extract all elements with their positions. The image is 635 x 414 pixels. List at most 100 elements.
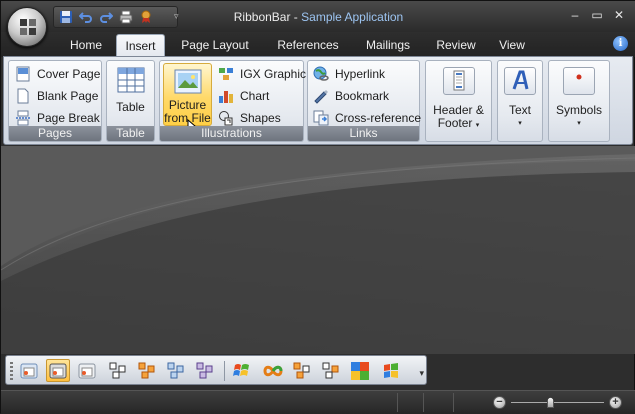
tab-insert[interactable]: Insert	[116, 34, 165, 57]
picture-icon	[174, 69, 201, 94]
windows-xp-style-button[interactable]	[230, 359, 254, 382]
cross-reference-label: Cross-reference	[335, 111, 422, 125]
grid-style-purple-button[interactable]	[193, 359, 217, 382]
text-button[interactable]: Text ▾	[497, 60, 543, 142]
hyperlink-button[interactable]: Hyperlink	[313, 64, 385, 84]
header-footer-button[interactable]: Header & Footer ▾	[425, 60, 492, 142]
infinity-icon	[263, 365, 283, 376]
windows-flag-icon	[384, 362, 398, 378]
chart-icon	[218, 88, 234, 104]
status-bar: − +	[1, 390, 635, 414]
background-swoosh	[1, 146, 635, 354]
table-label: Table	[116, 100, 145, 114]
grid-style-orange-alt-button[interactable]	[290, 359, 314, 382]
header-footer-dropdown-icon: ▾	[475, 122, 480, 129]
application-menu-button[interactable]	[7, 7, 47, 47]
toolbar-grip[interactable]	[10, 362, 13, 380]
zoom-slider[interactable]: − +	[489, 393, 634, 412]
ribbon-tab-strip: Home Insert Page Layout References Maili…	[1, 32, 635, 57]
text-wordart-icon	[512, 70, 529, 90]
symbols-icon-frame	[563, 67, 595, 95]
office2007-blue-style-button[interactable]	[17, 359, 41, 382]
grid-style-blue-button[interactable]	[164, 359, 188, 382]
grid-blocks-icon	[196, 362, 213, 378]
shapes-button[interactable]: Shapes	[218, 108, 281, 128]
zoom-thumb[interactable]	[547, 397, 554, 408]
window-style-icon	[20, 363, 38, 378]
group-table: Table Table	[106, 60, 155, 142]
infinity-style-button[interactable]	[261, 359, 285, 382]
tab-home[interactable]: Home	[65, 34, 107, 57]
restore-button[interactable]: ▭	[586, 7, 608, 23]
minimize-button[interactable]: –	[564, 7, 586, 23]
table-icon	[117, 67, 144, 93]
group-links: Hyperlink Bookmark Cross-reference Links	[307, 60, 421, 142]
help-icon[interactable]: i	[613, 36, 628, 51]
tab-review[interactable]: Review	[431, 34, 481, 57]
office2007-black-style-button[interactable]	[46, 359, 70, 382]
picture-from-file-button[interactable]: Picture from File	[163, 63, 212, 126]
blank-page-icon	[15, 88, 31, 104]
page-break-button[interactable]: Page Break	[15, 108, 100, 128]
page-break-label: Page Break	[37, 111, 100, 125]
cross-reference-icon	[313, 110, 329, 126]
toolbar-overflow-button[interactable]: ▾	[419, 368, 424, 379]
cover-page-button[interactable]: Cover Page	[15, 64, 100, 84]
cross-reference-button[interactable]: Cross-reference	[313, 108, 421, 128]
zoom-out-button[interactable]: −	[493, 396, 506, 409]
bookmark-button[interactable]: Bookmark	[313, 86, 389, 106]
group-label-pages: Pages	[9, 126, 101, 141]
shapes-label: Shapes	[240, 111, 281, 125]
cover-page-icon	[15, 66, 31, 82]
symbols-dropdown-icon: ▾	[577, 120, 581, 127]
zoom-in-button[interactable]: +	[609, 396, 622, 409]
header-footer-label-line2: Footer	[437, 116, 473, 130]
page-break-icon	[15, 110, 31, 126]
grid-blocks-icon	[322, 362, 339, 378]
cover-page-label: Cover Page	[37, 67, 101, 81]
globe-link-icon	[313, 66, 329, 82]
document-area	[1, 146, 635, 354]
igx-graphic-button[interactable]: IGX Graphic	[218, 64, 306, 84]
title-bar: ▿ RibbonBar - Sample Application – ▭ ✕	[1, 1, 635, 32]
blank-page-button[interactable]: Blank Page	[15, 86, 98, 106]
app-logo-icon	[20, 19, 36, 35]
symbols-icon	[576, 74, 582, 80]
grid-style-gray-button[interactable]	[106, 359, 130, 382]
bookmark-icon	[313, 88, 329, 104]
windows-classic-style-button[interactable]	[379, 359, 403, 382]
tab-view[interactable]: View	[494, 34, 530, 57]
window-style-icon	[78, 363, 96, 378]
chart-label: Chart	[240, 89, 270, 103]
grid-blocks-icon	[293, 362, 310, 378]
tab-mailings[interactable]: Mailings	[362, 34, 414, 57]
group-label-illustrations: Illustrations	[160, 126, 303, 141]
symbols-button[interactable]: Symbols ▾	[548, 60, 610, 142]
window-controls: – ▭ ✕	[564, 7, 630, 23]
tab-page-layout[interactable]: Page Layout	[177, 34, 253, 57]
igx-graphic-icon	[218, 66, 234, 82]
group-pages: Cover Page Blank Page Page Break Pages	[8, 60, 102, 142]
group-illustrations: Picture from File IGX Graphic Chart Shap…	[159, 60, 306, 142]
window-title: RibbonBar - Sample Application	[1, 10, 635, 24]
blank-page-label: Blank Page	[37, 89, 99, 103]
group-label-links: Links	[308, 126, 419, 141]
bottom-toolbar: ▾	[5, 355, 427, 385]
igx-graphic-label: IGX Graphic	[240, 67, 307, 81]
grid-blocks-icon	[109, 362, 126, 378]
close-button[interactable]: ✕	[608, 7, 630, 23]
office2007-silver-style-button[interactable]	[75, 359, 99, 382]
tab-references[interactable]: References	[272, 34, 344, 57]
table-button[interactable]: Table	[110, 65, 151, 123]
puzzle-icon	[351, 361, 369, 380]
chart-button[interactable]: Chart	[218, 86, 269, 106]
grid-blocks-icon	[138, 362, 155, 378]
group-label-table: Table	[107, 126, 154, 141]
grid-style-mixed-button[interactable]	[319, 359, 343, 382]
puzzle-style-button[interactable]	[348, 359, 372, 382]
grid-style-orange-button[interactable]	[135, 359, 159, 382]
grid-blocks-icon	[167, 362, 184, 378]
status-panel	[423, 393, 453, 412]
title-app-name: Sample Application	[301, 10, 404, 24]
zoom-track[interactable]	[511, 402, 604, 403]
